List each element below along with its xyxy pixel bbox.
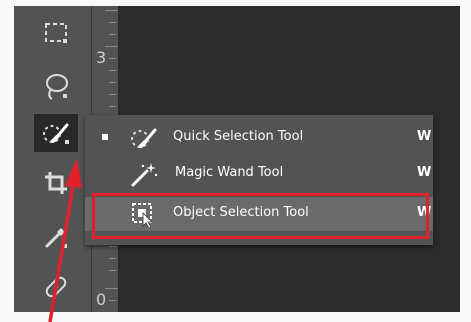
frame-right xyxy=(460,0,471,322)
menu-item-quick-selection[interactable]: Quick Selection Tool W xyxy=(85,121,433,155)
ruler-tick xyxy=(105,288,118,289)
ruler-tick xyxy=(109,34,116,35)
shortcut-key: W xyxy=(417,129,432,144)
healing-brush-tool[interactable] xyxy=(34,268,78,306)
eyedropper-tool[interactable] xyxy=(34,218,78,256)
crop-tool[interactable] xyxy=(34,164,78,202)
shortcut-key: W xyxy=(417,165,432,180)
healing-brush-icon xyxy=(45,276,67,298)
ruler-tick xyxy=(109,106,116,107)
ruler-tick xyxy=(109,270,116,271)
ruler-tick xyxy=(109,22,116,23)
quick-selection-tool[interactable] xyxy=(34,114,78,152)
ruler-label: 3 xyxy=(96,48,107,67)
ruler-tick xyxy=(109,82,116,83)
lasso-icon xyxy=(46,74,68,100)
lasso-tool[interactable] xyxy=(34,68,78,106)
ruler-tick xyxy=(109,70,116,71)
menu-item-magic-wand[interactable]: Magic Wand Tool W xyxy=(85,157,433,191)
frame-bottom xyxy=(0,312,471,322)
crop-icon xyxy=(45,172,67,194)
annotation-highlight-box xyxy=(92,193,429,239)
eyedropper-icon xyxy=(45,228,67,248)
selected-bullet-icon xyxy=(102,134,108,140)
menu-item-label: Magic Wand Tool xyxy=(175,165,284,180)
ruler-tick xyxy=(109,58,116,59)
menu-item-label: Quick Selection Tool xyxy=(173,129,304,144)
ruler-tick xyxy=(109,300,116,301)
frame-left xyxy=(0,0,14,322)
ruler-label: 0 xyxy=(96,290,107,309)
rectangular-marquee-tool[interactable] xyxy=(34,14,78,52)
rectangular-marquee-icon xyxy=(45,23,67,43)
ruler-tick xyxy=(105,46,118,47)
tools-panel xyxy=(14,6,91,312)
ruler-tick xyxy=(109,246,116,247)
quick-selection-icon xyxy=(43,123,69,144)
quick-selection-icon xyxy=(131,128,157,148)
ruler-tick xyxy=(109,94,116,95)
ruler-tick xyxy=(105,10,118,11)
magic-wand-icon xyxy=(131,163,158,187)
ruler-tick xyxy=(109,258,116,259)
